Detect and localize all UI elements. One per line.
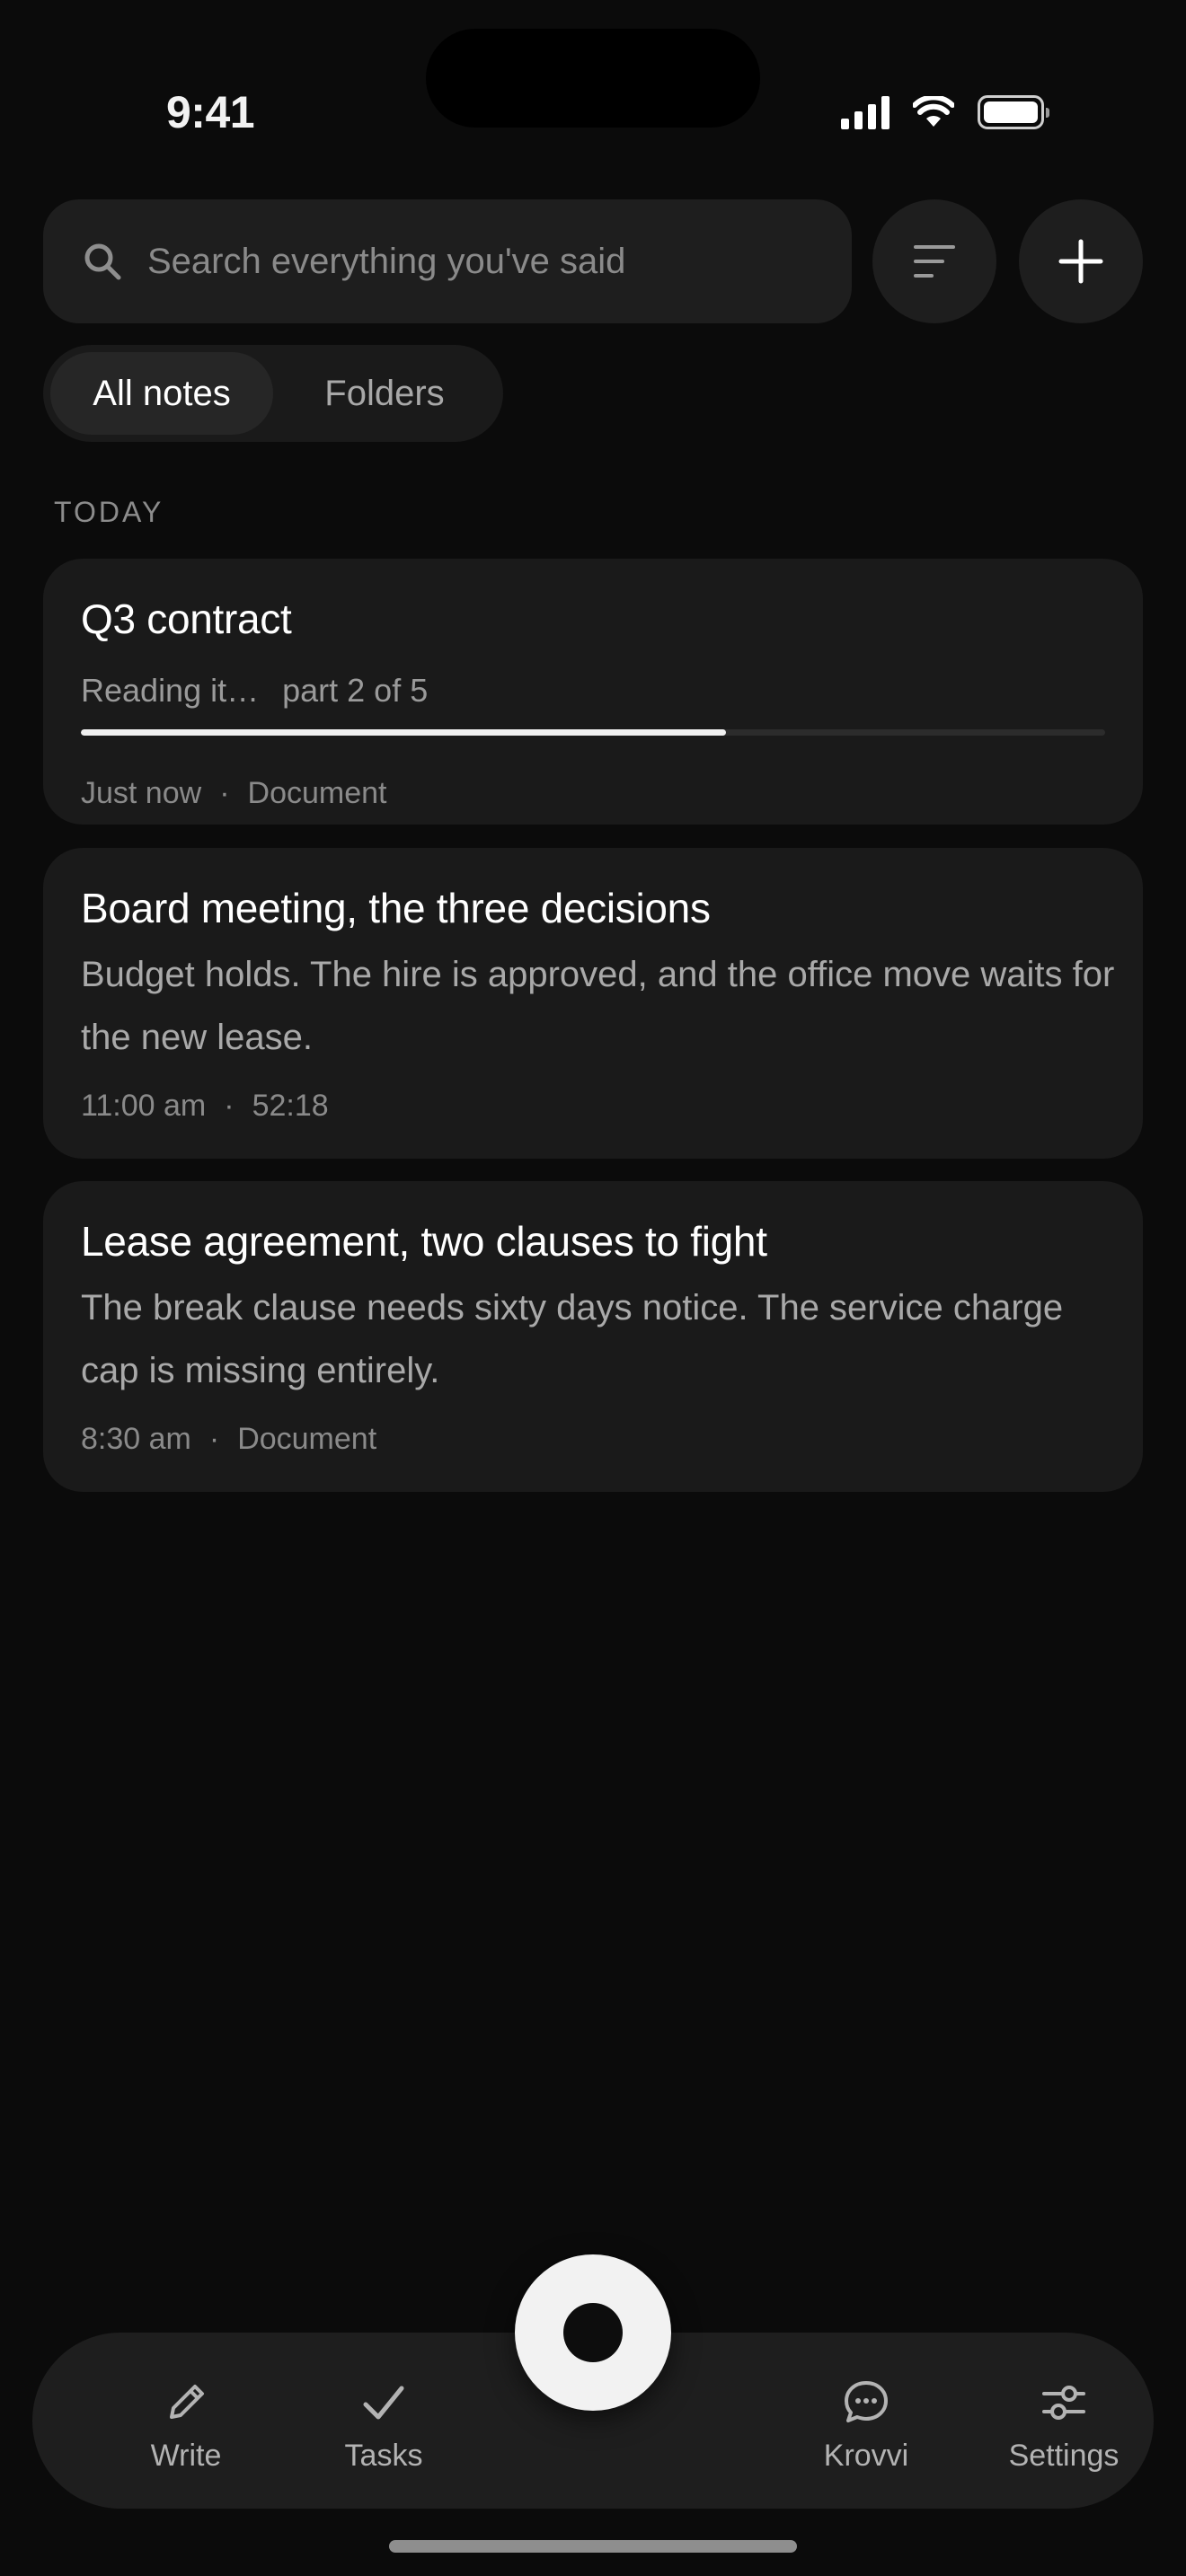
- note-duration: 52:18: [252, 1089, 329, 1123]
- battery-icon: [978, 95, 1049, 129]
- notes-screen: 9:41 All notes F: [0, 0, 1186, 2576]
- note-time: Just now: [81, 776, 202, 810]
- note-meta: Just now · Document: [81, 776, 386, 811]
- search-icon: [84, 243, 121, 280]
- note-card[interactable]: Q3 contract Reading it… part 2 of 5 Just…: [43, 559, 1143, 825]
- status-icons: [841, 93, 1049, 131]
- note-time: 11:00 am: [81, 1089, 207, 1123]
- plus-icon: [1058, 239, 1103, 284]
- filter-icon: [914, 245, 955, 278]
- tab-label: Krovvi: [823, 2439, 909, 2473]
- chat-bubble-icon: [845, 2381, 888, 2422]
- wifi-icon: [913, 96, 954, 127]
- note-card[interactable]: Board meeting, the three decisions Budge…: [43, 848, 1143, 1159]
- tab-label: Settings: [1008, 2439, 1120, 2473]
- section-header-today: TODAY: [54, 496, 164, 528]
- notes-segmented-control: All notes Folders: [43, 345, 503, 442]
- tab-tasks[interactable]: Tasks: [294, 2378, 474, 2474]
- tab-settings[interactable]: Settings: [974, 2378, 1154, 2474]
- processing-label: Reading it…: [81, 672, 260, 709]
- check-icon: [363, 2386, 404, 2420]
- note-meta: 11:00 am · 52:18: [81, 1089, 329, 1124]
- filter-button[interactable]: [872, 199, 996, 323]
- cellular-signal-icon: [841, 95, 890, 129]
- search-bar[interactable]: [43, 199, 852, 323]
- note-kind: Document: [237, 1422, 377, 1456]
- note-title: Q3 contract: [81, 595, 292, 642]
- add-note-button[interactable]: [1019, 199, 1143, 323]
- meta-separator: ·: [224, 1089, 235, 1123]
- record-icon: [563, 2303, 623, 2362]
- processing-status: Reading it… part 2 of 5: [81, 672, 428, 710]
- note-snippet: Budget holds. The hire is approved, and …: [81, 955, 1115, 1057]
- meta-separator: ·: [208, 1422, 220, 1456]
- processing-progress-bar: [81, 729, 1105, 736]
- progress-fill: [81, 729, 727, 736]
- tab-all-notes[interactable]: All notes: [50, 352, 273, 435]
- note-card[interactable]: Lease agreement, two clauses to fight Th…: [43, 1181, 1143, 1492]
- search-input[interactable]: [147, 241, 830, 282]
- meta-separator: ·: [219, 776, 230, 810]
- note-snippet: The break clause needs sixty days notice…: [81, 1288, 1064, 1390]
- processing-part: part 2 of 5: [282, 672, 429, 709]
- pencil-icon: [170, 2385, 204, 2419]
- tab-write[interactable]: Write: [96, 2378, 276, 2474]
- home-indicator: [389, 2540, 797, 2553]
- note-kind: Document: [247, 776, 387, 810]
- tab-label: Write: [150, 2439, 222, 2473]
- note-title: Lease agreement, two clauses to fight: [81, 1218, 767, 1265]
- note-meta: 8:30 am · Document: [81, 1422, 376, 1457]
- sliders-icon: [1042, 2386, 1085, 2420]
- note-time: 8:30 am: [81, 1422, 191, 1456]
- tab-label: Tasks: [344, 2439, 423, 2473]
- status-time: 9:41: [166, 87, 255, 137]
- dynamic-island: [426, 29, 760, 128]
- tab-krovvi[interactable]: Krovvi: [776, 2378, 956, 2474]
- record-button[interactable]: [515, 2254, 671, 2411]
- note-title: Board meeting, the three decisions: [81, 885, 711, 931]
- tab-folders[interactable]: Folders: [273, 352, 496, 435]
